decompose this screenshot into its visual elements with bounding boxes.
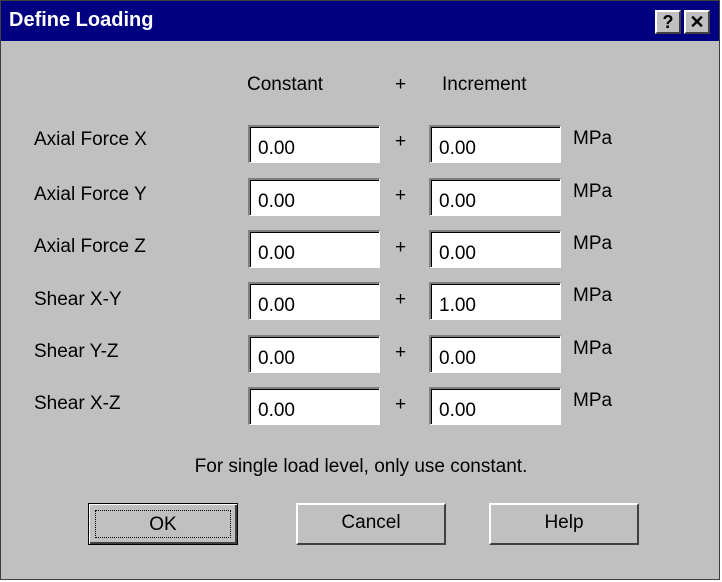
plus-sign: + <box>395 237 407 258</box>
help-button[interactable]: Help <box>489 503 639 545</box>
header-plus-sign: + <box>395 74 407 95</box>
constant-input-shear-x-z[interactable] <box>248 387 380 425</box>
row-label-shear-y-z: Shear Y-Z <box>34 341 119 362</box>
unit-label: MPa <box>573 390 613 411</box>
constant-input-shear-x-y[interactable] <box>248 282 380 320</box>
row-label-axial-force-y: Axial Force Y <box>34 184 147 205</box>
increment-input-axial-force-x[interactable] <box>429 125 561 163</box>
constant-input-axial-force-y[interactable] <box>248 178 380 216</box>
context-help-button[interactable]: ? <box>655 10 681 34</box>
plus-sign: + <box>395 289 407 310</box>
plus-sign: + <box>395 131 407 152</box>
unit-label: MPa <box>573 181 613 202</box>
plus-sign: + <box>395 342 407 363</box>
cancel-button[interactable]: Cancel <box>296 503 446 545</box>
constant-input-axial-force-x[interactable] <box>248 125 380 163</box>
unit-label: MPa <box>573 128 613 149</box>
constant-input-axial-force-z[interactable] <box>248 230 380 268</box>
row-label-axial-force-x: Axial Force X <box>34 129 147 150</box>
increment-input-shear-y-z[interactable] <box>429 335 561 373</box>
constant-input-shear-y-z[interactable] <box>248 335 380 373</box>
instruction-note: For single load level, only use constant… <box>194 456 528 477</box>
unit-label: MPa <box>573 233 613 254</box>
plus-sign: + <box>395 185 407 206</box>
increment-input-shear-x-y[interactable] <box>429 282 561 320</box>
unit-label: MPa <box>573 338 613 359</box>
title-bar[interactable]: Define Loading ? ✕ <box>1 1 719 41</box>
ok-button[interactable]: OK <box>88 503 238 545</box>
row-label-shear-x-z: Shear X-Z <box>34 393 121 414</box>
increment-input-axial-force-z[interactable] <box>429 230 561 268</box>
dialog-title: Define Loading <box>9 9 154 31</box>
define-loading-dialog: Define Loading ? ✕ Constant + Increment … <box>0 0 720 580</box>
increment-input-shear-x-z[interactable] <box>429 387 561 425</box>
constant-column-header: Constant <box>247 74 324 95</box>
ok-button-label: OK <box>95 510 231 538</box>
unit-label: MPa <box>573 285 613 306</box>
row-label-shear-x-y: Shear X-Y <box>34 289 122 310</box>
close-button[interactable]: ✕ <box>684 10 710 34</box>
increment-column-header: Increment <box>442 74 527 95</box>
increment-input-axial-force-y[interactable] <box>429 178 561 216</box>
row-label-axial-force-z: Axial Force Z <box>34 236 146 257</box>
plus-sign: + <box>395 394 407 415</box>
